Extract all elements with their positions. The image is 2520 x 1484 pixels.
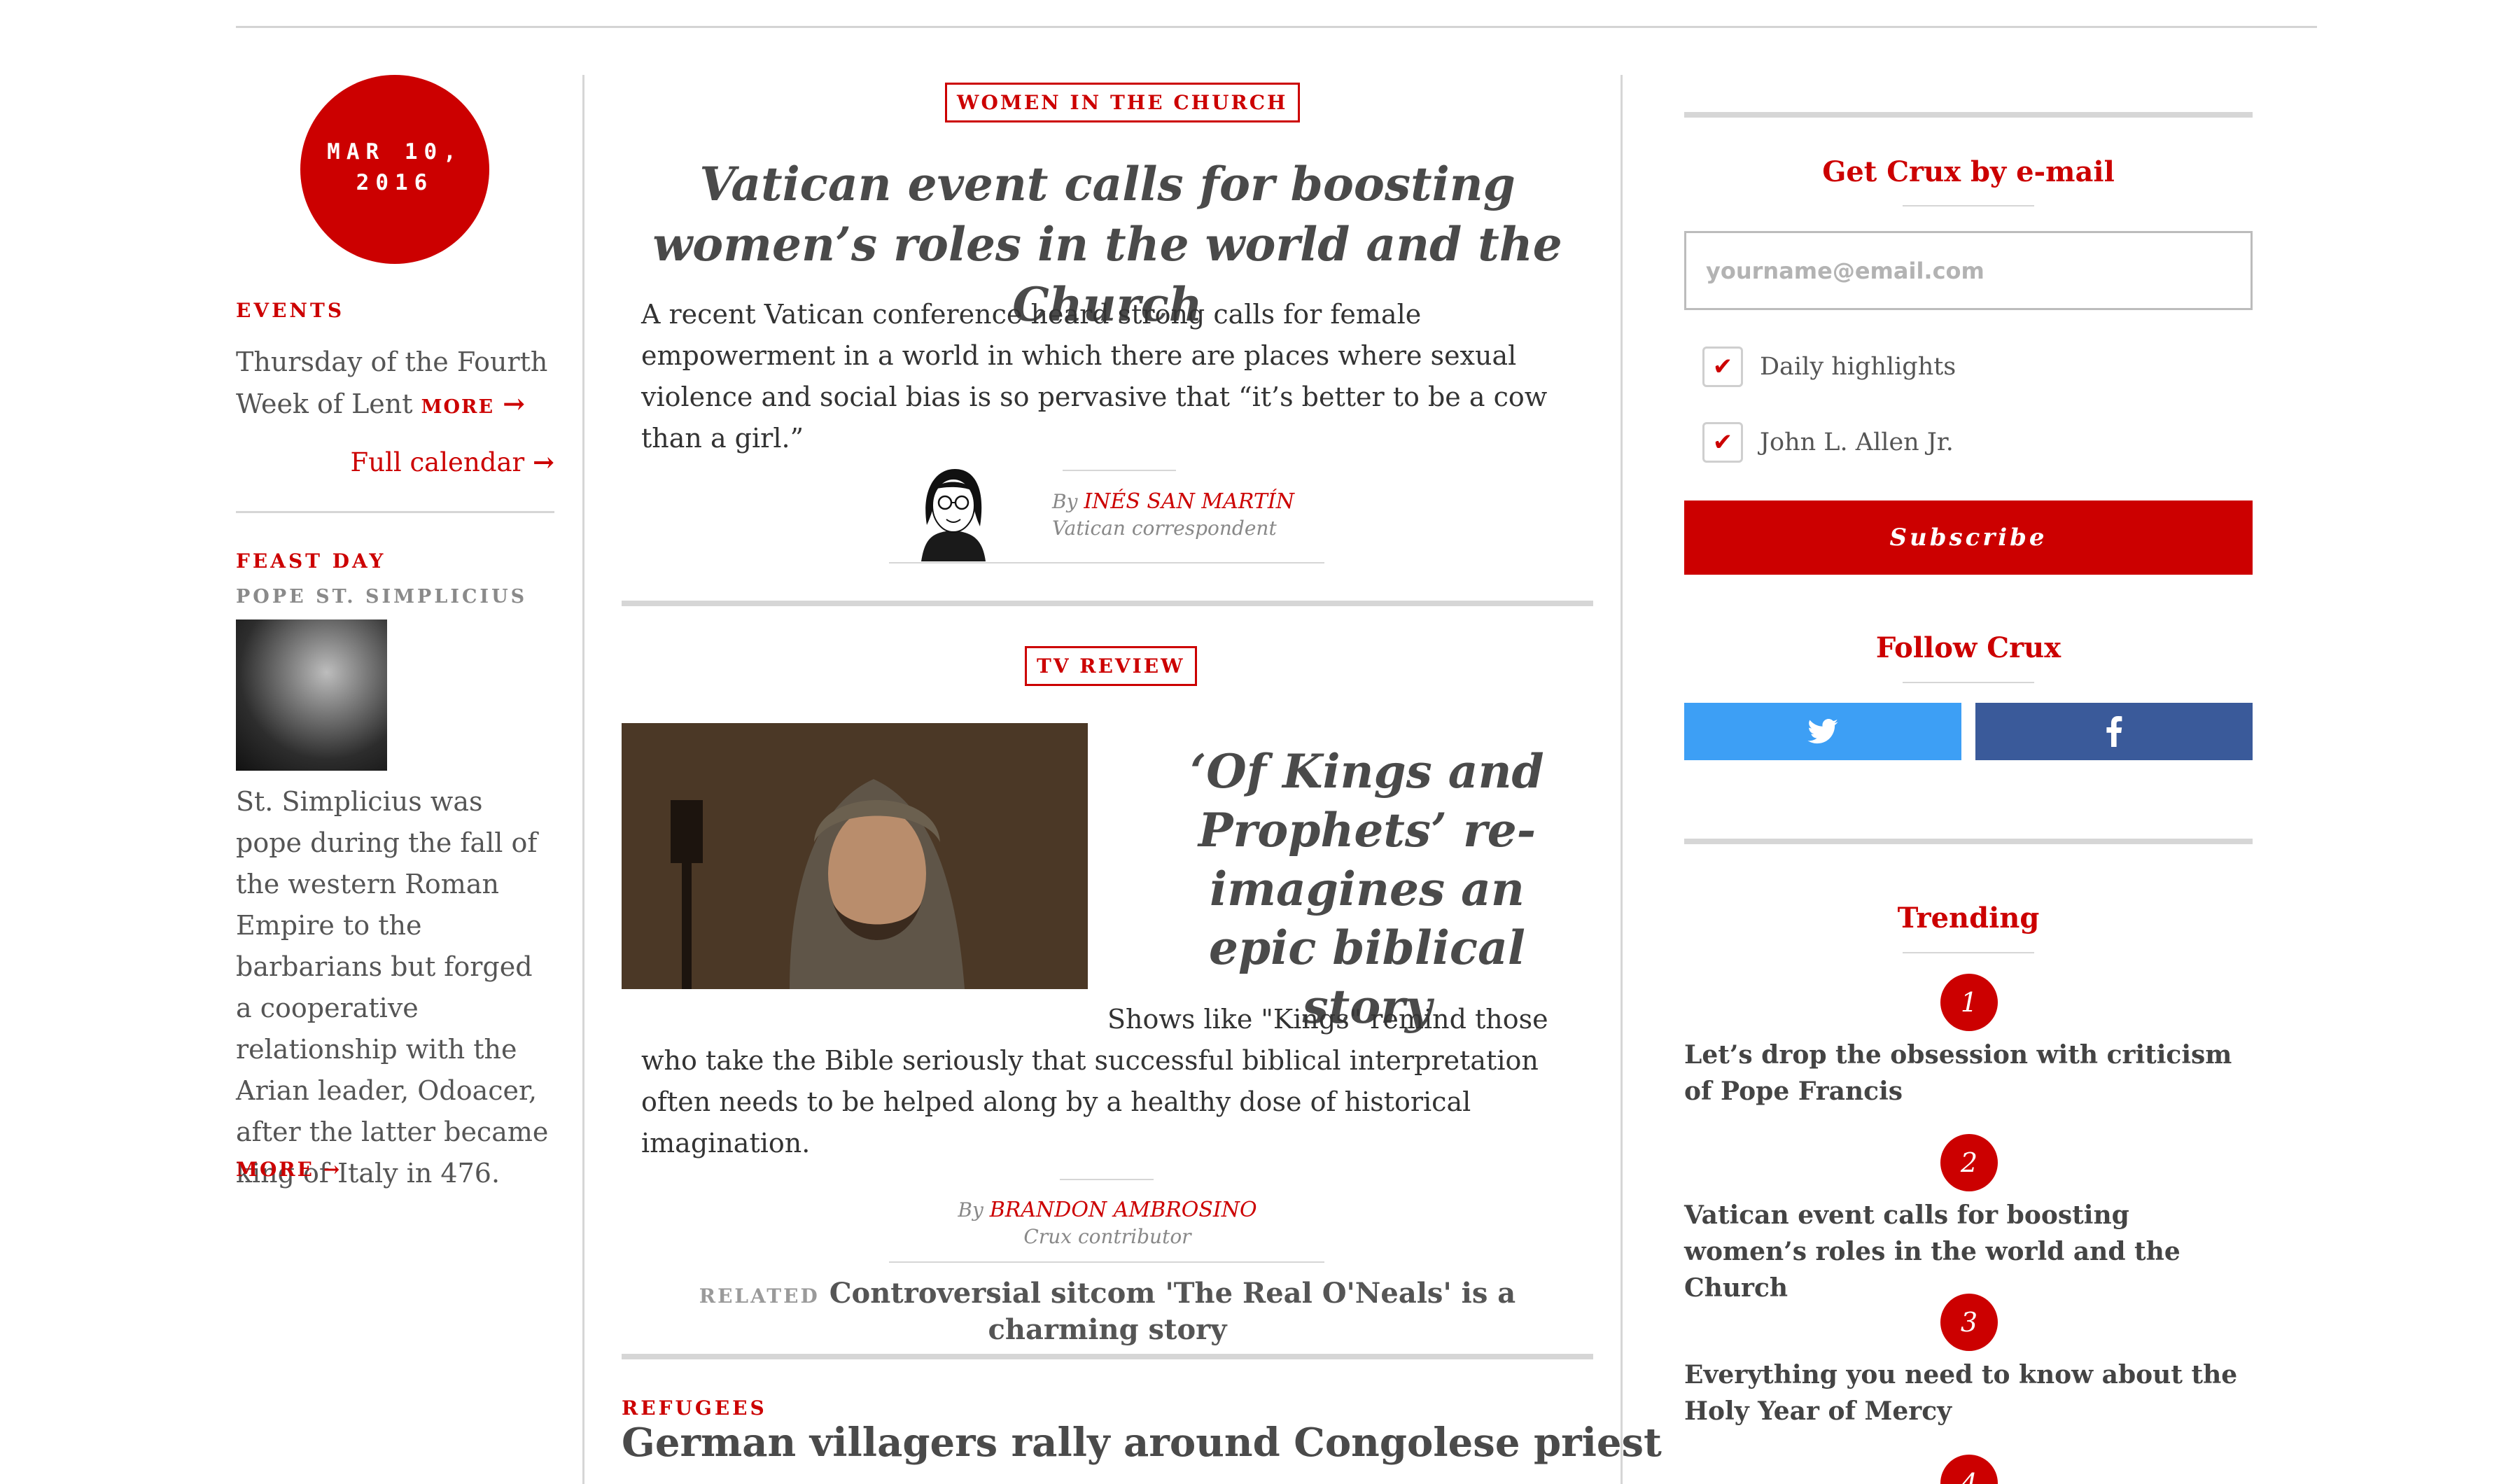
story1-author-role: Vatican correspondent: [1052, 517, 1277, 540]
byline-rule: [1060, 1179, 1154, 1180]
option-label: John L. Allen Jr.: [1760, 428, 1954, 456]
events-kicker: EVENTS: [236, 299, 345, 322]
story2-dek: Shows like "Kings" remind those who take…: [641, 1004, 1548, 1158]
left-separator: [236, 511, 554, 513]
facebook-button[interactable]: [1975, 703, 2253, 760]
byline-rule: [1063, 470, 1176, 471]
tag-women-in-the-church[interactable]: WOMEN IN THE CHURCH: [945, 83, 1300, 122]
byline-by: By: [958, 1198, 983, 1222]
checkbox-john-allen[interactable]: ✔: [1702, 422, 1743, 463]
facebook-icon: [2106, 716, 2122, 747]
check-icon: ✔: [1712, 428, 1733, 456]
trending-rank-4: 4: [1940, 1455, 1998, 1484]
trending-rank-3: 3: [1940, 1294, 1998, 1351]
main-column: WOMEN IN THE CHURCH Vatican event calls …: [622, 28, 1662, 1484]
story2-headline[interactable]: ‘Of Kings and Prophets’ re-imagines an e…: [1161, 742, 1574, 1036]
trending-item-2[interactable]: Vatican event calls for boosting women’s…: [1684, 1197, 2253, 1306]
column-divider-left: [582, 75, 584, 1484]
trending-rank-1: 1: [1940, 974, 1998, 1031]
arrow-right-icon: →: [323, 1158, 342, 1181]
trending-title: Trending: [1897, 902, 2040, 934]
email-field[interactable]: [1684, 231, 2253, 310]
arrow-right-icon: →: [503, 388, 525, 419]
story2-photo-illustration: [622, 723, 1088, 989]
sidebar-top-rule: [1684, 112, 2253, 118]
option-john-allen[interactable]: ✔ John L. Allen Jr.: [1702, 421, 1954, 463]
story2-author-role: Crux contributor: [1023, 1225, 1191, 1248]
option-daily-highlights[interactable]: ✔ Daily highlights: [1702, 346, 1956, 388]
story-separator: [622, 1354, 1593, 1359]
events-more-link[interactable]: MORE →: [421, 388, 525, 419]
related-link-block: RELATED Controversial sitcom 'The Real O…: [622, 1277, 1593, 1347]
sidebar: Get Crux by e-mail ✔ Daily highlights ✔ …: [1684, 28, 2253, 1484]
full-calendar-label: Full calendar: [350, 447, 525, 477]
feast-text: St. Simplicius was pope during the fall …: [236, 786, 549, 1189]
title-underline: [1903, 682, 2034, 683]
story1-dek: A recent Vatican conference heard strong…: [641, 299, 1548, 454]
feast-more-link[interactable]: MORE →: [236, 1158, 342, 1181]
story1-bottom-rule: [889, 562, 1324, 564]
saint-portrait[interactable]: [236, 620, 387, 771]
events-description: Thursday of the Fourth Week of Lent MORE…: [236, 342, 554, 428]
story1-byline: By INÉS SAN MARTÍN Vatican correspondent: [1052, 489, 1294, 542]
subscribe-button[interactable]: Subscribe: [1684, 500, 2253, 575]
story3-headline[interactable]: German villagers rally around Congolese …: [622, 1420, 1662, 1466]
author-avatar: [921, 469, 986, 561]
date-text: MAR 10, 2016: [327, 139, 463, 195]
story2-image[interactable]: [622, 723, 1088, 989]
byline-by: By: [1052, 490, 1078, 513]
date-badge: MAR 10, 2016: [300, 75, 489, 264]
arrow-right-icon: →: [532, 447, 554, 477]
sidebar-rule: [1684, 839, 2253, 844]
trending-rank-2: 2: [1940, 1134, 1998, 1191]
related-story-link[interactable]: Controversial sitcom 'The Real O'Neals' …: [830, 1277, 1516, 1346]
title-underline: [1903, 952, 2034, 953]
title-underline: [1903, 205, 2034, 206]
twitter-button[interactable]: [1684, 703, 1961, 760]
feast-kicker: FEAST DAY: [236, 550, 386, 573]
story2-bottom-rule: [889, 1261, 1324, 1263]
trending-item-3[interactable]: Everything you need to know about the Ho…: [1684, 1357, 2253, 1429]
story-separator: [622, 601, 1593, 606]
feast-more-label: MORE: [236, 1158, 314, 1181]
follow-title: Follow Crux: [1875, 631, 2062, 664]
story2-author-link[interactable]: BRANDON AMBROSINO: [990, 1198, 1257, 1222]
feast-saint-name: POPE ST. SIMPLICIUS: [236, 586, 528, 608]
checkbox-daily-highlights[interactable]: ✔: [1702, 346, 1743, 387]
story1-author-link[interactable]: INÉS SAN MARTÍN: [1084, 489, 1294, 514]
related-label: RELATED: [699, 1284, 820, 1308]
email-signup-title: Get Crux by e-mail: [1822, 155, 2115, 188]
option-label: Daily highlights: [1760, 353, 1956, 381]
column-divider-right: [1620, 75, 1623, 1484]
story3-kicker: REFUGEES: [622, 1396, 767, 1420]
story2-byline: By BRANDON AMBROSINO Crux contributor: [622, 1197, 1593, 1250]
tag-tv-review[interactable]: TV REVIEW: [1025, 646, 1197, 686]
full-calendar-link[interactable]: Full calendar →: [351, 447, 554, 477]
twitter-icon: [1807, 719, 1838, 744]
check-icon: ✔: [1712, 353, 1733, 381]
events-more-label: MORE: [421, 396, 495, 418]
trending-item-1[interactable]: Let’s drop the obsession with criticism …: [1684, 1037, 2253, 1110]
